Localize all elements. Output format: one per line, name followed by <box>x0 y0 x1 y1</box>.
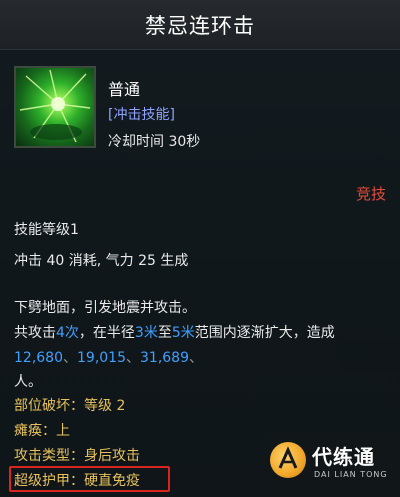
desc-text: 范围内逐渐扩大，造成 <box>194 325 335 341</box>
watermark-title: 代练通 <box>312 445 375 469</box>
radius-min: 3米 <box>134 325 158 341</box>
resource-cost: 冲击 40 消耗, 气力 25 生成 <box>14 253 189 269</box>
super-armor-label: 超级护甲： <box>14 473 84 489</box>
arena-badge: 竞技 <box>355 185 386 203</box>
hit-count: 4次 <box>56 325 79 341</box>
description-line-4: 人。 <box>14 374 42 390</box>
watermark-logo: 代练通 DAI LIAN TONG <box>262 430 400 497</box>
tooltip-header: 禁忌连环击 <box>0 0 400 50</box>
damage-value-2: 19,015 <box>77 350 126 366</box>
description-line-2: 共攻击4次，在半径3米至5米范围内逐渐扩大，造成 <box>14 322 335 342</box>
part-break-row: 部位破坏：等级 2 <box>14 395 125 415</box>
cooldown-text: 冷却时间 30秒 <box>108 134 201 150</box>
part-break-label: 部位破坏： <box>14 398 84 414</box>
skill-type-tag: [冲击技能] <box>108 107 175 123</box>
paralysis-label: 瘫痪： <box>14 423 56 439</box>
radius-max: 5米 <box>171 325 195 341</box>
skill-level: 技能等级1 <box>14 222 79 238</box>
skill-title: 禁忌连环击 <box>145 13 255 38</box>
skill-icon <box>14 66 96 148</box>
damage-values: 12,680、19,015、31,689、 <box>14 350 203 366</box>
paralysis-value: 上 <box>56 423 70 439</box>
attack-type-row: 攻击类型：身后攻击 <box>14 445 140 465</box>
text-fade-overlay <box>300 340 400 370</box>
attack-type-label: 攻击类型： <box>14 448 84 464</box>
super-armor-row: 超级护甲：硬直免疫 <box>14 470 140 490</box>
skill-rank: 普通 <box>108 80 141 99</box>
paralysis-row: 瘫痪：上 <box>14 420 70 440</box>
super-armor-value: 硬直免疫 <box>84 473 140 489</box>
damage-value-1: 12,680 <box>14 350 63 366</box>
desc-text: ，在半径 <box>78 325 135 341</box>
logo-emblem-icon <box>270 442 306 478</box>
description-line-1: 下劈地面，引发地震并攻击。 <box>14 300 196 316</box>
watermark-subtitle: DAI LIAN TONG <box>314 470 388 479</box>
skill-tooltip-panel: 禁忌连环击 普通 [冲击技能] 冷却时间 30秒 竞技 技能等级1 冲击 40 … <box>0 0 400 497</box>
green-burst-icon <box>19 69 91 143</box>
desc-text: 共攻击 <box>14 325 56 341</box>
part-break-value: 等级 2 <box>84 398 126 414</box>
attack-type-value: 身后攻击 <box>84 448 140 464</box>
desc-text: 至 <box>157 325 172 341</box>
damage-value-3: 31,689 <box>140 350 189 366</box>
